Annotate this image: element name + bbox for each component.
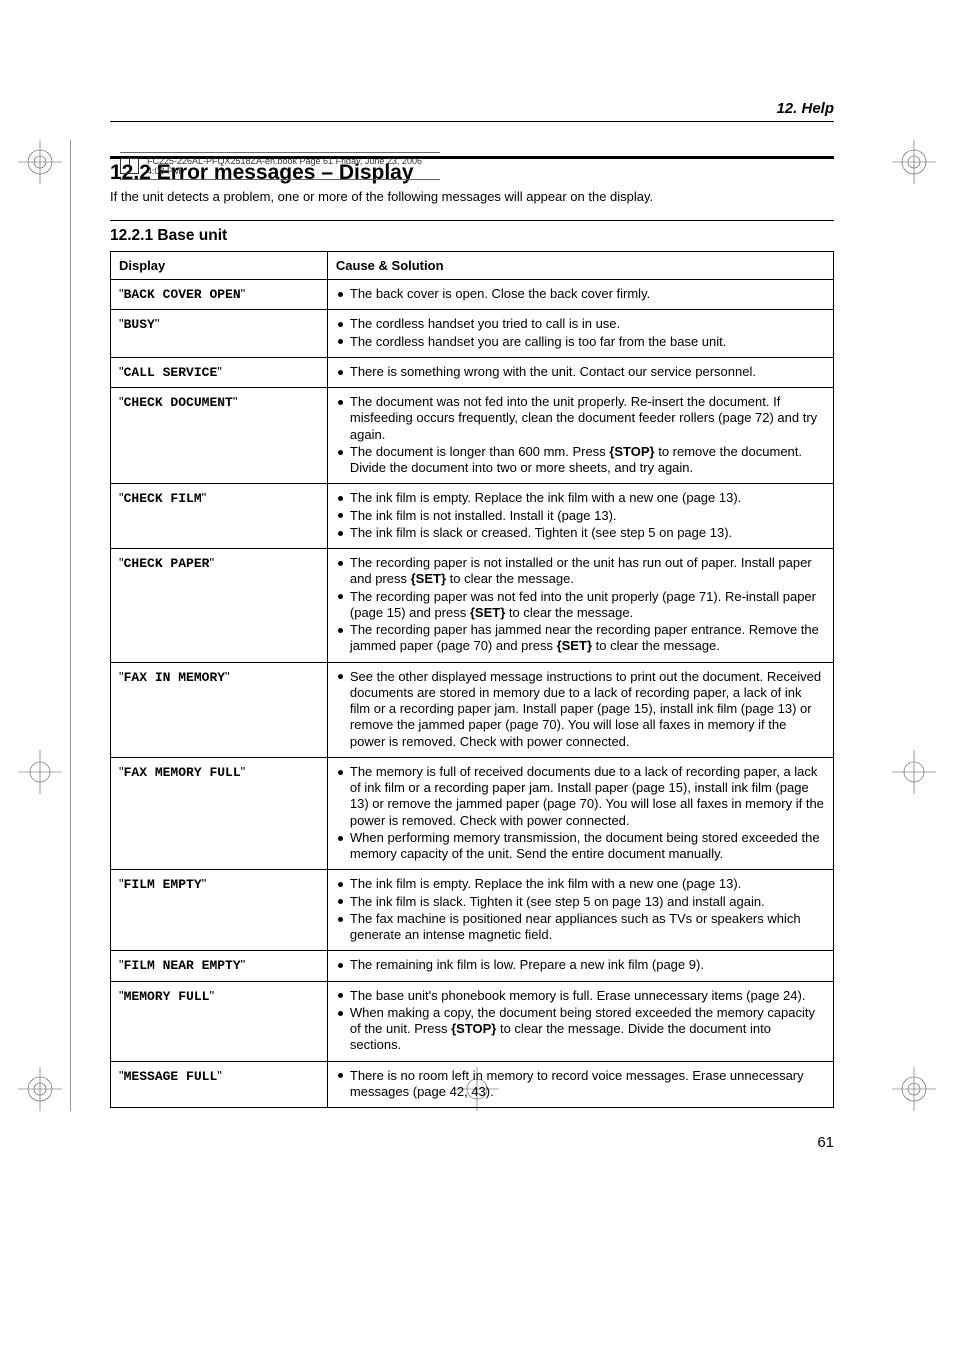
table-row: "BUSY" The cordless handset you tried to … (111, 310, 834, 358)
table-row: "CHECK PAPER"The recording paper is not … (111, 549, 834, 663)
register-mark-icon (892, 1067, 936, 1111)
cause-item: The recording paper is not installed or … (336, 555, 825, 588)
cause-item: When performing memory transmission, the… (336, 830, 825, 863)
cause-item: The back cover is open. Close the back c… (336, 286, 825, 302)
header-rule (110, 121, 834, 122)
display-cell: "MESSAGE FULL" (111, 1061, 328, 1108)
cause-item: The ink film is empty. Replace the ink f… (336, 876, 825, 892)
table-row: "FAX IN MEMORY"See the other displayed m… (111, 662, 834, 757)
cause-cell: The cordless handset you tried to call i… (327, 310, 833, 358)
display-cell: "CALL SERVICE" (111, 357, 328, 387)
display-cell: "FAX IN MEMORY" (111, 662, 328, 757)
table-row: "FILM NEAR EMPTY" The remaining ink film … (111, 951, 834, 981)
cause-cell: The memory is full of received documents… (327, 757, 833, 870)
cause-cell: The recording paper is not installed or … (327, 549, 833, 663)
display-cell: "BUSY" (111, 310, 328, 358)
table-row: "CHECK FILM" The ink film is empty. Repla… (111, 484, 834, 549)
display-cell: "CHECK PAPER" (111, 549, 328, 663)
cause-cell: The ink film is empty. Replace the ink f… (327, 484, 833, 549)
table-row: "FAX MEMORY FULL"The memory is full of r… (111, 757, 834, 870)
cause-item: The ink film is not installed. Install i… (336, 508, 825, 524)
subsection-number: 12.2.1 (110, 227, 153, 244)
display-cell: "FILM NEAR EMPTY" (111, 951, 328, 981)
cause-cell: The base unit's phonebook memory is full… (327, 981, 833, 1061)
cause-cell: See the other displayed message instruct… (327, 662, 833, 757)
crop-line (70, 140, 71, 1111)
cause-item: The recording paper has jammed near the … (336, 622, 825, 655)
running-header: 12. Help (110, 100, 834, 117)
device-button-label: STOP (451, 1021, 496, 1036)
cause-item: There is no room left in memory to recor… (336, 1068, 825, 1101)
table-row: "MEMORY FULL" The base unit's phonebook m… (111, 981, 834, 1061)
cause-item: The remaining ink film is low. Prepare a… (336, 957, 825, 973)
cause-item: The document was not fed into the unit p… (336, 394, 825, 443)
device-button-label: SET (557, 638, 592, 653)
cause-item: The ink film is slack. Tighten it (see s… (336, 894, 825, 910)
cause-item: The cordless handset you are calling is … (336, 334, 825, 350)
cause-item: The document is longer than 600 mm. Pres… (336, 444, 825, 477)
cause-item: The ink film is empty. Replace the ink f… (336, 490, 825, 506)
subsection-title: Base unit (157, 227, 227, 244)
bookfile-text: FC225-226AL-PFQX2518ZA-en.book Page 61 F… (147, 156, 440, 176)
cause-cell: The remaining ink film is low. Prepare a… (327, 951, 833, 981)
cause-item: The base unit's phonebook memory is full… (336, 988, 825, 1004)
display-cell: "MEMORY FULL" (111, 981, 328, 1061)
cause-cell: The back cover is open. Close the back c… (327, 280, 833, 310)
cause-item: There is something wrong with the unit. … (336, 364, 825, 380)
table-row: "CALL SERVICE" There is something wrong w… (111, 357, 834, 387)
table-row: "BACK COVER OPEN" The back cover is open.… (111, 280, 834, 310)
register-mark-icon (892, 140, 936, 184)
cause-item: The ink film is slack or creased. Tighte… (336, 525, 825, 541)
cause-cell: There is something wrong with the unit. … (327, 357, 833, 387)
cause-item: The recording paper was not fed into the… (336, 589, 825, 622)
cause-item: The cordless handset you tried to call i… (336, 316, 825, 332)
register-mark-icon (18, 1067, 62, 1111)
cause-item: When making a copy, the document being s… (336, 1005, 825, 1054)
display-cell: "CHECK DOCUMENT" (111, 388, 328, 484)
error-table: Display Cause & Solution "BACK COVER OPE… (110, 251, 834, 1108)
device-button-label: SET (411, 571, 446, 586)
register-mark-icon (892, 750, 936, 794)
cause-cell: The document was not fed into the unit p… (327, 388, 833, 484)
book-icon (120, 158, 139, 174)
cause-item: The memory is full of received documents… (336, 764, 825, 829)
subsection-heading: 12.2.1 Base unit (110, 227, 834, 245)
section-intro: If the unit detects a problem, one or mo… (110, 189, 834, 204)
device-button-label: STOP (609, 444, 654, 459)
table-header-display: Display (111, 252, 328, 280)
table-row: "CHECK DOCUMENT"The document was not fed… (111, 388, 834, 484)
display-cell: "FILM EMPTY" (111, 870, 328, 951)
display-cell: "FAX MEMORY FULL" (111, 757, 328, 870)
cause-item: See the other displayed message instruct… (336, 669, 825, 750)
table-body: "BACK COVER OPEN" The back cover is open.… (111, 280, 834, 1108)
bookfile-meta: FC225-226AL-PFQX2518ZA-en.book Page 61 F… (120, 152, 440, 180)
display-cell: "BACK COVER OPEN" (111, 280, 328, 310)
device-button-label: SET (470, 605, 505, 620)
subsection-rule (110, 220, 834, 221)
cause-cell: The ink film is empty. Replace the ink f… (327, 870, 833, 951)
register-mark-icon (18, 140, 62, 184)
table-row: "FILM EMPTY" The ink film is empty. Repla… (111, 870, 834, 951)
display-cell: "CHECK FILM" (111, 484, 328, 549)
register-mark-icon (18, 750, 62, 794)
page-number: 61 (110, 1134, 834, 1151)
cause-item: The fax machine is positioned near appli… (336, 911, 825, 944)
table-header-cause: Cause & Solution (327, 252, 833, 280)
cause-cell: There is no room left in memory to recor… (327, 1061, 833, 1108)
